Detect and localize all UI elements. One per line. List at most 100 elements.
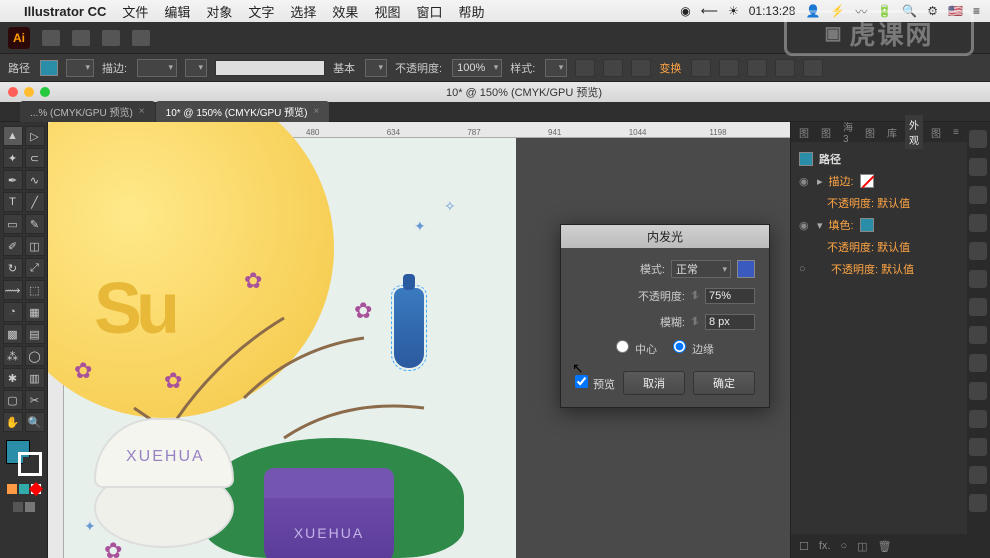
panel-menu-icon[interactable]: ≡: [949, 125, 963, 140]
artboards-panel-icon[interactable]: [969, 494, 987, 512]
tab-doc2[interactable]: 10* @ 150% (CMYK/GPU 预览) ×: [156, 101, 330, 122]
graph-tool[interactable]: ▥: [25, 368, 45, 388]
fill-opacity-row[interactable]: 不透明度: 默认值: [827, 239, 910, 255]
lasso-tool[interactable]: ⊂: [25, 148, 45, 168]
selected-bottle-object[interactable]: [394, 288, 424, 368]
scale-tool[interactable]: ⤢: [25, 258, 45, 278]
ok-button[interactable]: 确定: [693, 371, 755, 395]
symbols-panel-icon[interactable]: [969, 214, 987, 232]
window-zoom-icon[interactable]: [40, 87, 50, 97]
spotlight-icon[interactable]: 🔍: [902, 4, 917, 18]
menu-select[interactable]: 选择: [290, 2, 316, 21]
visibility-icon[interactable]: ○: [799, 263, 811, 275]
panel-tab[interactable]: 库: [883, 123, 901, 142]
brush-definition[interactable]: [215, 60, 325, 76]
style-dropdown[interactable]: [545, 59, 567, 77]
blur-input[interactable]: [705, 314, 755, 330]
panel-tab[interactable]: 图: [861, 123, 879, 142]
direct-selection-tool[interactable]: ▷: [25, 126, 45, 146]
slice-tool[interactable]: ✂: [25, 390, 45, 410]
recolor-icon[interactable]: [575, 59, 595, 77]
fill-row[interactable]: 填色:: [829, 217, 854, 233]
center-radio[interactable]: 中心: [616, 340, 657, 357]
blend-tool[interactable]: ◯: [25, 346, 45, 366]
cancel-button[interactable]: 取消: [623, 371, 685, 395]
hand-tool[interactable]: ✋: [3, 412, 23, 432]
cc-icon[interactable]: ◉: [680, 4, 690, 18]
align-panel-icon[interactable]: [969, 410, 987, 428]
mesh-tool[interactable]: ▩: [3, 324, 23, 344]
opacity-field[interactable]: 100%: [452, 59, 502, 77]
free-transform-tool[interactable]: ⬚: [25, 280, 45, 300]
gradient-panel-icon[interactable]: [969, 270, 987, 288]
layers-panel-icon[interactable]: [969, 466, 987, 484]
app-name[interactable]: Illustrator CC: [24, 4, 106, 19]
menu-effect[interactable]: 效果: [332, 2, 358, 21]
visibility-icon[interactable]: ◉: [799, 175, 811, 188]
notification-icon[interactable]: ≡: [973, 4, 980, 18]
color-panel-icon[interactable]: [969, 130, 987, 148]
add-effect-icon[interactable]: fx.: [819, 540, 831, 552]
fill-stroke-indicator[interactable]: [6, 440, 42, 476]
clip-icon[interactable]: [747, 59, 767, 77]
fill-dropdown[interactable]: [66, 59, 94, 77]
zoom-tool[interactable]: 🔍: [25, 412, 45, 432]
panel-tab[interactable]: 图: [927, 123, 945, 142]
transform-label[interactable]: 变换: [659, 60, 681, 76]
glow-color-swatch[interactable]: [737, 260, 755, 278]
mode-dropdown[interactable]: 正常: [671, 260, 731, 278]
rectangle-tool[interactable]: ▭: [3, 214, 23, 234]
width-tool[interactable]: ⟿: [3, 280, 23, 300]
tab-close-icon[interactable]: ×: [139, 106, 145, 117]
gpu-icon[interactable]: [132, 30, 150, 46]
artboard[interactable]: Su XUEHUA XUEHUA ✦ ✧ ✦: [64, 138, 516, 558]
isolate-icon[interactable]: [691, 59, 711, 77]
panel-tab[interactable]: 图: [817, 123, 835, 142]
shape-builder-tool[interactable]: ◔: [3, 302, 23, 322]
delete-icon[interactable]: 🗑: [878, 540, 892, 553]
tab-doc1[interactable]: ...% (CMYK/GPU 预览) ×: [20, 101, 155, 122]
brush-dropdown[interactable]: [365, 59, 387, 77]
stroke-swatch[interactable]: [860, 174, 874, 188]
transform-panel-icon[interactable]: [969, 382, 987, 400]
artboard-tool[interactable]: ▢: [3, 390, 23, 410]
stroke-panel-icon[interactable]: [969, 242, 987, 260]
screen-mode-swatches[interactable]: [13, 502, 35, 512]
stroke-color-icon[interactable]: [18, 452, 42, 476]
window-close-icon[interactable]: [8, 87, 18, 97]
input-source-icon[interactable]: 🇺🇸: [948, 4, 963, 18]
eyedropper-tool[interactable]: ⁂: [3, 346, 23, 366]
wifi-icon[interactable]: 〰: [855, 3, 867, 20]
menu-window[interactable]: 窗口: [416, 2, 442, 21]
brushes-panel-icon[interactable]: [969, 186, 987, 204]
bird-icon[interactable]: ⟵: [701, 4, 718, 18]
shape-icon[interactable]: [631, 59, 651, 77]
magic-wand-tool[interactable]: ✦: [3, 148, 23, 168]
symbol-sprayer-tool[interactable]: ✱: [3, 368, 23, 388]
eraser-tool[interactable]: ◫: [25, 236, 45, 256]
select-similar-icon[interactable]: [803, 59, 823, 77]
object-opacity-row[interactable]: 不透明度: 默认值: [817, 261, 914, 277]
edge-radio[interactable]: 边缘: [673, 340, 714, 357]
rotate-tool[interactable]: ↻: [3, 258, 23, 278]
user-icon[interactable]: 👤: [805, 4, 820, 18]
menu-view[interactable]: 视图: [374, 2, 400, 21]
pathfinder-panel-icon[interactable]: [969, 438, 987, 456]
selection-tool[interactable]: ▲: [3, 126, 23, 146]
bridge-icon[interactable]: [72, 30, 90, 46]
fill-swatch[interactable]: [860, 218, 874, 232]
stroke-profile-dropdown[interactable]: [185, 59, 207, 77]
perspective-tool[interactable]: ▦: [25, 302, 45, 322]
paintbrush-tool[interactable]: ✎: [25, 214, 45, 234]
stroke-opacity-row[interactable]: 不透明度: 默认值: [827, 195, 910, 211]
swatches-panel-icon[interactable]: [969, 158, 987, 176]
menu-file[interactable]: 文件: [122, 2, 148, 21]
stroke-row[interactable]: 描边:: [829, 173, 854, 189]
curvature-tool[interactable]: ∿: [25, 170, 45, 190]
color-mode-swatches[interactable]: [7, 484, 41, 494]
window-minimize-icon[interactable]: [24, 87, 34, 97]
character-panel-icon[interactable]: [969, 326, 987, 344]
stroke-weight-dropdown[interactable]: [137, 59, 177, 77]
pen-tool[interactable]: ✒: [3, 170, 23, 190]
paragraph-panel-icon[interactable]: [969, 354, 987, 372]
